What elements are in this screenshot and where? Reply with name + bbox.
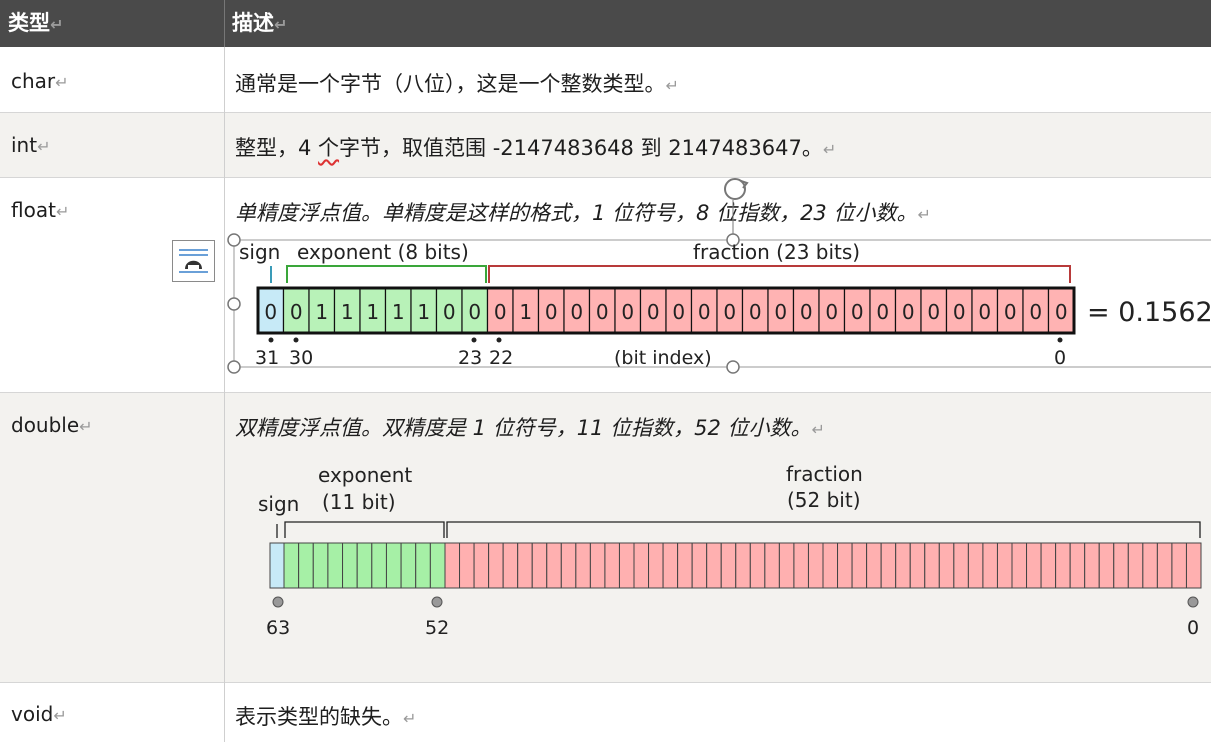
double-fraction-cell xyxy=(1026,542,1042,589)
double-fraction-cell xyxy=(880,542,897,589)
double-fraction-cell xyxy=(473,542,490,589)
double-fraction-cell xyxy=(1098,542,1115,589)
double-fraction-cell xyxy=(938,542,955,589)
double-exponent-cell xyxy=(400,542,417,589)
double-fraction-cell xyxy=(459,542,475,589)
double-fraction-label: fraction xyxy=(786,462,863,486)
double-sign-cell xyxy=(269,542,285,589)
double-fraction-cell xyxy=(502,542,519,589)
double-fraction-cell xyxy=(604,542,620,589)
double-fraction-cell xyxy=(967,542,984,589)
double-fraction-cell xyxy=(807,542,824,589)
double-fraction-cell xyxy=(953,542,969,589)
double-fraction-cell xyxy=(1142,542,1158,589)
double-fraction-cell xyxy=(575,542,591,589)
double-fraction-cell xyxy=(1069,542,1086,589)
double-exponent-cell xyxy=(371,542,387,589)
double-fraction-cell xyxy=(546,542,562,589)
double-fraction-cell xyxy=(706,542,722,589)
double-fraction-cell xyxy=(1171,542,1187,589)
double-fraction-cell xyxy=(822,542,839,589)
double-fraction-cell xyxy=(793,542,809,589)
double-fraction-cell xyxy=(1113,542,1129,589)
double-exponent-bits: (11 bit) xyxy=(322,490,396,514)
double-exponent-cell xyxy=(283,542,300,589)
double-index-0: 0 xyxy=(1187,617,1199,639)
double-exponent-cell xyxy=(342,542,358,589)
double-bit-layout-figure: sign exponent (11 bit) fraction (52 bit)… xyxy=(258,462,1202,639)
double-fraction-cell xyxy=(648,542,664,589)
double-index-63: 63 xyxy=(266,617,290,639)
double-fraction-cell xyxy=(1040,542,1057,589)
double-exponent-cell xyxy=(327,542,344,589)
double-exponent-cell xyxy=(385,542,402,589)
double-fraction-cell xyxy=(488,542,504,589)
double-fraction-cell xyxy=(749,542,766,589)
double-exponent-cell xyxy=(312,542,329,589)
double-fraction-cell xyxy=(589,542,606,589)
double-fraction-cell xyxy=(1185,542,1202,589)
double-fraction-cell xyxy=(662,542,679,589)
double-fraction-cell xyxy=(982,542,998,589)
double-fraction-cell xyxy=(633,542,650,589)
double-fraction-cell xyxy=(996,542,1013,589)
double-exponent-label: exponent xyxy=(318,463,412,487)
double-fraction-cell xyxy=(677,542,693,589)
double-fraction-cell xyxy=(778,542,795,589)
double-fraction-bits: (52 bit) xyxy=(787,488,861,512)
double-fraction-cell xyxy=(924,542,940,589)
double-fraction-cell xyxy=(1055,542,1071,589)
double-sign-label: sign xyxy=(258,492,299,516)
double-fraction-cell xyxy=(618,542,635,589)
double-fraction-cell xyxy=(735,542,751,589)
double-fraction-cell xyxy=(1156,542,1173,589)
double-fraction-cell xyxy=(895,542,911,589)
double-fraction-cell xyxy=(560,542,577,589)
double-exponent-cell xyxy=(415,542,431,589)
double-fraction-cell xyxy=(444,542,461,589)
double-fraction-cell xyxy=(909,542,926,589)
double-fraction-cell xyxy=(1011,542,1028,589)
double-fraction-cell xyxy=(764,542,780,589)
double-fraction-cell xyxy=(531,542,548,589)
double-fraction-cell xyxy=(837,542,853,589)
double-fraction-cell xyxy=(866,542,882,589)
double-fraction-cell xyxy=(851,542,868,589)
double-index-52: 52 xyxy=(425,617,449,639)
double-exponent-cell xyxy=(356,542,373,589)
double-fraction-cell xyxy=(1084,542,1100,589)
double-fraction-cell xyxy=(517,542,533,589)
double-exponent-cell xyxy=(298,542,314,589)
double-fraction-cell xyxy=(720,542,737,589)
double-fraction-cell xyxy=(1127,542,1144,589)
double-exponent-cell xyxy=(429,542,446,589)
double-fraction-cell xyxy=(691,542,708,589)
